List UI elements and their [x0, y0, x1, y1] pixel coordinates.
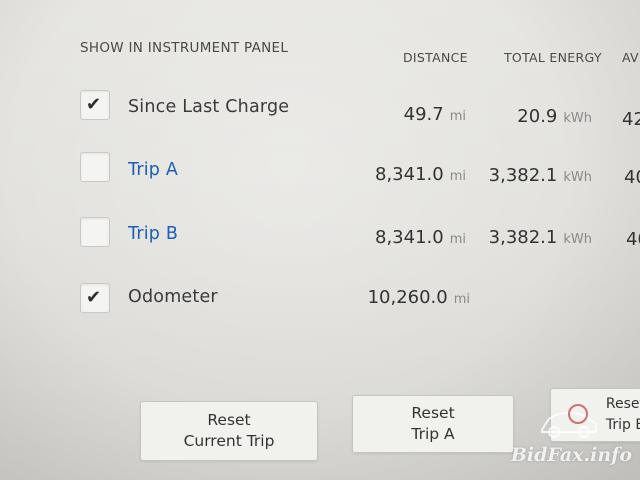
row-label-trip-b[interactable]: Trip B: [128, 224, 178, 244]
distance-value: 49.7 mi: [404, 104, 466, 125]
checkbox-since-last-charge[interactable]: ✔: [80, 90, 110, 120]
average-value: 40: [624, 167, 640, 188]
column-header-total-energy: TOTAL ENERGY: [504, 50, 602, 65]
odometer-unit: mi: [453, 292, 470, 307]
reset-trip-b-label: ResetTrip B: [605, 396, 640, 433]
checkmark-icon: ✔: [86, 287, 102, 308]
checkbox-odometer[interactable]: ✔: [80, 283, 110, 313]
checkbox-trip-b[interactable]: [80, 217, 110, 247]
column-header-distance: DISTANCE: [403, 50, 468, 65]
average-value: 42: [622, 109, 640, 130]
odometer-value: 10,260.0 mi: [368, 287, 470, 308]
energy-value: 3,382.1 kWh: [489, 165, 592, 186]
distance-unit: mi: [449, 169, 466, 184]
energy-number: 3,382.1: [488, 227, 558, 248]
energy-unit: kWh: [563, 111, 592, 126]
distance-value: 8,341.0 mi: [375, 164, 466, 185]
row-label-odometer: Odometer: [128, 287, 218, 307]
distance-number: 49.7: [403, 104, 444, 125]
average-value: 40: [626, 229, 640, 250]
row-label-trip-a[interactable]: Trip A: [128, 160, 178, 180]
distance-value: 8,341.0 mi: [375, 227, 466, 248]
odometer-number: 10,260.0: [367, 287, 448, 308]
energy-unit: kWh: [563, 232, 592, 247]
watermark-text: BidFax.info: [510, 444, 632, 466]
reset-trip-a-label: Reset Trip A: [411, 404, 455, 443]
energy-number: 3,382.1: [488, 165, 558, 186]
checkbox-trip-a[interactable]: [80, 152, 110, 182]
reset-trip-a-button[interactable]: Reset Trip A: [352, 395, 514, 453]
distance-number: 8,341.0: [375, 164, 444, 185]
energy-value: 3,382.1 kWh: [489, 227, 592, 248]
energy-unit: kWh: [563, 170, 592, 185]
energy-number: 20.9: [517, 106, 558, 127]
row-label-since-last-charge: Since Last Charge: [128, 97, 290, 117]
instrument-panel-header: SHOW IN INSTRUMENT PANEL: [80, 40, 289, 56]
reset-current-trip-label: Reset Current Trip: [183, 411, 275, 450]
energy-value: 20.9 kWh: [517, 106, 592, 127]
reset-current-trip-button[interactable]: Reset Current Trip: [140, 401, 318, 461]
checkmark-icon: ✔: [86, 94, 102, 115]
distance-number: 8,341.0: [375, 227, 444, 248]
distance-unit: mi: [449, 109, 466, 124]
distance-unit: mi: [449, 232, 466, 247]
column-header-average: AV: [622, 50, 639, 65]
car-logo-icon: [541, 404, 597, 438]
